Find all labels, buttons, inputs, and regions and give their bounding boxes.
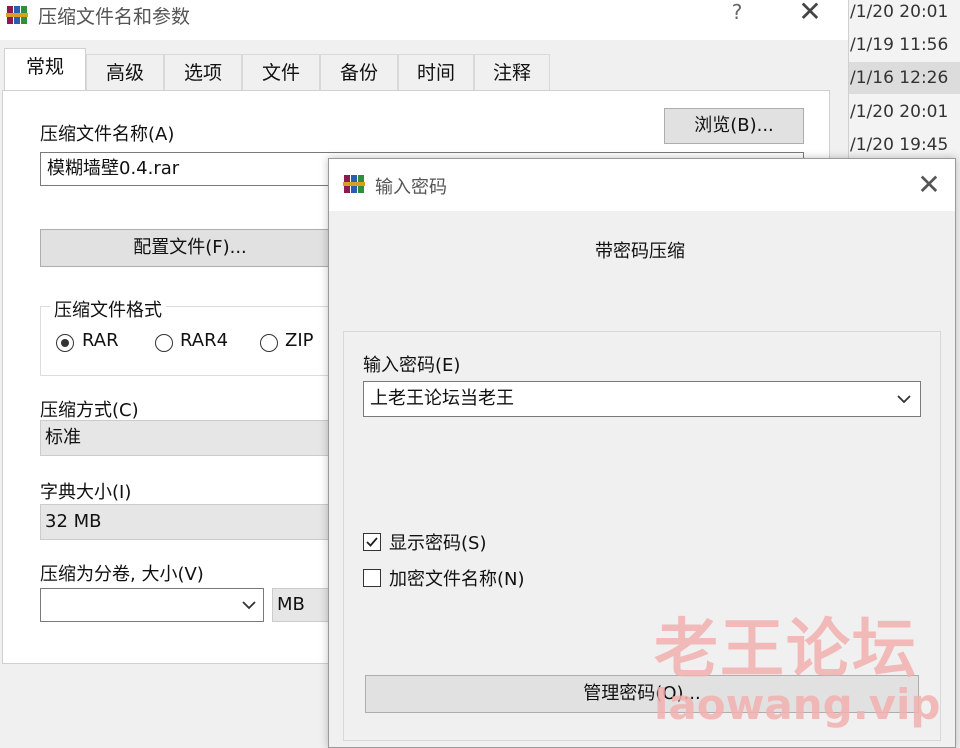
dialog-title-bar: 输入密码 ✕ bbox=[329, 159, 955, 211]
compression-method-label: 压缩方式(C) bbox=[40, 400, 139, 421]
chevron-down-icon[interactable] bbox=[238, 594, 260, 616]
list-item: /1/19 11:56 bbox=[850, 35, 949, 55]
tab-options[interactable]: 选项 bbox=[164, 54, 242, 90]
chevron-down-icon[interactable] bbox=[893, 388, 915, 410]
window-title: 压缩文件名和参数 bbox=[38, 6, 191, 28]
archive-name-label: 压缩文件名称(A) bbox=[40, 124, 175, 145]
encrypt-file-names-checkbox[interactable] bbox=[363, 569, 381, 587]
list-item: /1/20 19:45 bbox=[850, 135, 949, 155]
dictionary-size-label: 字典大小(I) bbox=[40, 482, 132, 503]
profile-button[interactable]: 配置文件(F)... bbox=[40, 229, 340, 267]
password-input[interactable]: 上老王论坛当老王 bbox=[363, 381, 921, 417]
close-button[interactable]: ✕ bbox=[792, 0, 828, 26]
encrypt-file-names-label: 加密文件名称(N) bbox=[389, 569, 525, 590]
tab-files[interactable]: 文件 bbox=[242, 54, 320, 90]
compression-method-select[interactable]: 标准 bbox=[40, 420, 340, 456]
watermark-brand: 老王论坛 bbox=[654, 613, 918, 687]
tab-general[interactable]: 常规 bbox=[4, 48, 86, 92]
dialog-heading: 带密码压缩 bbox=[595, 241, 685, 262]
browse-button[interactable]: 浏览(B)... bbox=[664, 108, 804, 144]
tab-advanced[interactable]: 高级 bbox=[86, 54, 164, 90]
split-volume-label: 压缩为分卷, 大小(V) bbox=[40, 564, 204, 585]
dialog-close-button[interactable]: ✕ bbox=[909, 167, 949, 203]
radio-rar4-label: RAR4 bbox=[180, 330, 229, 351]
tab-backup[interactable]: 备份 bbox=[320, 54, 398, 90]
tab-time[interactable]: 时间 bbox=[398, 54, 474, 90]
title-bar: 压缩文件名和参数 ? ✕ bbox=[0, 0, 848, 40]
radio-rar4[interactable] bbox=[155, 334, 173, 352]
radio-rar[interactable] bbox=[56, 334, 74, 352]
split-volume-input[interactable] bbox=[40, 588, 264, 622]
radio-zip[interactable] bbox=[260, 334, 278, 352]
list-item: /1/16 12:26 bbox=[846, 62, 960, 94]
dialog-title: 输入密码 bbox=[375, 177, 447, 198]
tab-comment[interactable]: 注释 bbox=[474, 54, 550, 90]
radio-zip-label: ZIP bbox=[285, 330, 314, 351]
list-item: /1/20 20:01 bbox=[850, 102, 949, 122]
help-button[interactable]: ? bbox=[722, 0, 752, 26]
format-group-label: 压缩文件格式 bbox=[50, 296, 166, 322]
show-password-label: 显示密码(S) bbox=[389, 533, 487, 554]
dictionary-size-select[interactable]: 32 MB bbox=[40, 504, 340, 540]
radio-rar-label: RAR bbox=[82, 330, 119, 351]
winrar-icon bbox=[343, 173, 365, 195]
watermark-url: laowang.vip bbox=[654, 680, 941, 729]
winrar-icon bbox=[6, 4, 28, 26]
list-item: /1/20 20:01 bbox=[850, 2, 949, 22]
password-label: 输入密码(E) bbox=[363, 355, 461, 376]
show-password-checkbox[interactable] bbox=[363, 533, 381, 551]
